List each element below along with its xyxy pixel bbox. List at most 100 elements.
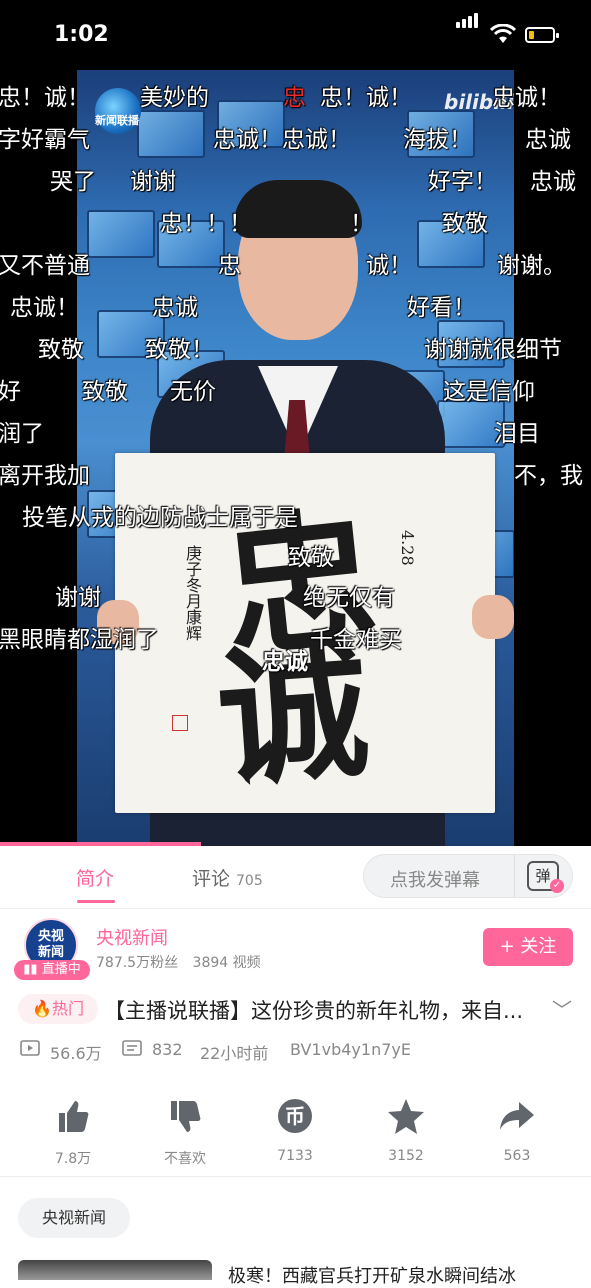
- danmaku-item: 致敬: [38, 337, 84, 363]
- danmaku-item: 忠: [218, 253, 241, 279]
- danmaku-count-icon: [122, 1040, 142, 1060]
- share-count: 563: [503, 1148, 531, 1164]
- live-badge[interactable]: ▮▮ 直播中: [14, 960, 90, 980]
- anchor-hair: [234, 180, 362, 238]
- author-fans: 787.5万粉丝: [96, 955, 179, 971]
- danmaku-item: 谢谢就很细节: [424, 337, 562, 363]
- danmaku-count: 832: [152, 1040, 183, 1059]
- favorite-button[interactable]: 3152: [366, 1096, 446, 1164]
- live-label: 直播中: [41, 962, 81, 977]
- status-bar: 1:02: [0, 0, 591, 70]
- danmaku-item: 投笔从戎的边防战士属于是: [22, 505, 298, 531]
- danmaku-input-placeholder: 点我发弹幕: [390, 870, 480, 891]
- svg-text:币: 币: [285, 1105, 305, 1128]
- thumbs-up-icon: [59, 1101, 89, 1132]
- tab-intro[interactable]: 简介: [76, 864, 114, 891]
- danmaku-item: 致敬: [442, 211, 488, 237]
- danmaku-item: 忠: [283, 85, 306, 111]
- tab-comments-label: 评论: [192, 868, 231, 890]
- danmaku-item: 又不普通: [0, 253, 90, 279]
- danmaku-input-divider: [514, 855, 515, 897]
- danmaku-item: ！: [350, 211, 373, 237]
- author-stats: 787.5万粉丝 3894 视频: [96, 952, 261, 972]
- author-name[interactable]: 央视新闻: [96, 924, 168, 950]
- star-icon: [388, 1099, 424, 1134]
- wifi-icon: [490, 24, 516, 43]
- danmaku-input[interactable]: 点我发弹幕 弹 ✓: [363, 854, 573, 898]
- coin-icon: 币: [278, 1099, 312, 1133]
- danmaku-item: 忠诚！: [492, 85, 561, 111]
- status-time: 1:02: [54, 22, 109, 47]
- recommended-video-thumbnail[interactable]: [18, 1260, 212, 1280]
- hot-badge[interactable]: 🔥热门: [18, 994, 98, 1024]
- video-title-row[interactable]: 🔥热门 【主播说联播】这份珍贵的新年礼物，来自... ﹀: [0, 992, 591, 1026]
- danmaku-item: 千金难买: [310, 627, 402, 653]
- danmaku-item: 忠！诚！: [320, 85, 412, 111]
- coin-count: 7133: [277, 1148, 313, 1164]
- danmaku-item: 润了: [0, 421, 44, 447]
- avatar-text-1: 央视: [37, 929, 64, 944]
- share-button[interactable]: 563: [477, 1096, 557, 1164]
- coin-button[interactable]: 币 7133: [255, 1096, 335, 1164]
- danmaku-item: 忠诚: [262, 649, 308, 675]
- danmaku-item: 黑眼睛都湿润了: [0, 627, 159, 653]
- avatar-text-2: 新闻: [37, 945, 64, 960]
- danmaku-item: 谢谢: [55, 585, 101, 611]
- danmaku-item: 忠诚: [530, 169, 576, 195]
- danmaku-item: 忠诚: [152, 295, 198, 321]
- danmaku-item: 好字！: [428, 169, 497, 195]
- danmaku-item: 致敬: [288, 545, 334, 571]
- author-videos: 3894 视频: [192, 955, 261, 971]
- share-arrow-icon: [500, 1102, 534, 1130]
- up-tag-chip[interactable]: 央视新闻: [18, 1198, 130, 1238]
- danmaku-item: 忠！诚！: [0, 85, 90, 111]
- danmaku-item: 致敬！: [145, 337, 214, 363]
- anchor-right-hand: [472, 595, 514, 639]
- dislike-label: 不喜欢: [164, 1151, 206, 1167]
- dislike-button[interactable]: 不喜欢: [145, 1096, 225, 1168]
- danmaku-item: 好看！: [407, 295, 476, 321]
- publish-time: 22小时前: [200, 1044, 269, 1063]
- danmaku-item: 好: [0, 379, 21, 405]
- danmaku-item: 忠诚！忠诚！: [213, 127, 351, 153]
- news-channel-logo-text: 新闻联播: [95, 114, 139, 127]
- danmaku-item: 无价: [170, 379, 216, 405]
- like-button[interactable]: 7.8万: [33, 1096, 113, 1168]
- bvid: BV1vb4y1n7yE: [290, 1040, 411, 1059]
- danmaku-item: 致敬: [82, 379, 128, 405]
- play-count: 56.6万: [50, 1044, 102, 1063]
- hot-badge-label: 热门: [51, 999, 84, 1018]
- danmaku-item: 忠诚: [525, 127, 571, 153]
- comments-count: 705: [236, 873, 263, 889]
- flame-icon: 🔥: [32, 999, 52, 1018]
- danmaku-item: 谢谢: [130, 169, 176, 195]
- video-meta-row: 56.6万 832 22小时前 BV1vb4y1n7yE: [0, 1040, 591, 1064]
- danmaku-item: 诚！: [366, 253, 412, 279]
- seal-stamp: [172, 715, 188, 731]
- danmaku-enabled-check-icon: ✓: [550, 879, 564, 893]
- author-row: 央视 新闻 ▮▮ 直播中 央视新闻 787.5万粉丝 3894 视频 + 关注: [0, 910, 591, 986]
- danmaku-item: 这是信仰: [443, 379, 535, 405]
- follow-button[interactable]: + 关注: [483, 928, 573, 966]
- danmaku-item: 绝无仅有: [303, 585, 395, 611]
- danmaku-item: 不，我: [514, 463, 583, 489]
- tab-comments[interactable]: 评论 705: [192, 864, 263, 891]
- danmaku-item: 谢谢。: [497, 253, 566, 279]
- live-icon: ▮▮: [23, 962, 42, 977]
- chevron-down-icon[interactable]: ﹀: [552, 994, 572, 1023]
- danmaku-item: 美妙的: [140, 85, 209, 111]
- play-count-icon: [20, 1040, 40, 1060]
- action-bar: 7.8万 不喜欢 币 7133 3152 563: [0, 1096, 591, 1177]
- danmaku-item: 离开我加: [0, 463, 90, 489]
- video-title: 【主播说联播】这份珍贵的新年礼物，来自...: [104, 999, 524, 1023]
- favorite-count: 3152: [388, 1148, 424, 1164]
- danmaku-item: 忠！！！: [160, 211, 252, 237]
- danmaku-item: 哭了: [50, 169, 96, 195]
- calligraphy-inscription-left: 庚子冬月康辉: [183, 545, 202, 641]
- danmaku-item: 字好霸气: [0, 127, 90, 153]
- danmaku-item: 忠诚！: [10, 295, 79, 321]
- battery-icon: [525, 27, 559, 43]
- recommended-video-title[interactable]: 极寒！西藏官兵打开矿泉水瞬间结冰: [228, 1262, 516, 1288]
- danmaku-item: 海拔！: [403, 127, 472, 153]
- video-player[interactable]: 新闻联播 bilibili 忠 诚 庚子冬月康辉 4.28 忠！诚！ 美妙的 忠…: [0, 70, 591, 846]
